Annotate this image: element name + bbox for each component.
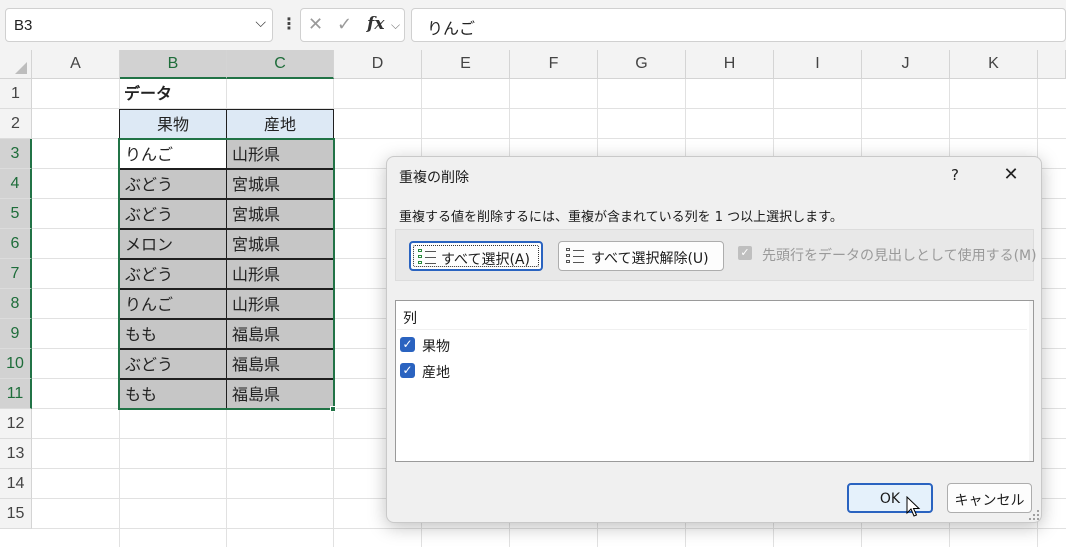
name-box[interactable]: B3 ⌵ [5, 8, 273, 42]
select-all-corner[interactable] [0, 50, 32, 79]
more-options-icon[interactable]: ⋮ [281, 14, 297, 33]
cell-b10[interactable]: ぶどう [119, 349, 227, 379]
column-header-b[interactable]: B [120, 50, 227, 79]
row-header-11[interactable]: 11 [0, 379, 32, 409]
cell-c9[interactable]: 福島県 [226, 319, 334, 349]
row-header-13[interactable]: 13 [0, 439, 32, 469]
cell-b8[interactable]: りんご [119, 289, 227, 319]
cell-c5[interactable]: 宮城県 [226, 199, 334, 229]
cell-b5[interactable]: ぶどう [119, 199, 227, 229]
dialog-title: 重複の削除 [399, 170, 469, 186]
cell-b7[interactable]: ぶどう [119, 259, 227, 289]
cell-c6[interactable]: 宮城県 [226, 229, 334, 259]
insert-function-icon[interactable]: fx [367, 14, 384, 34]
formula-content: りんご [427, 19, 476, 38]
formula-bar: B3 ⌵ ⋮ ✕ ✓ fx ⌵ りんご [0, 0, 1066, 50]
column-header-h[interactable]: H [686, 50, 774, 79]
cell-b1[interactable]: データ [119, 79, 227, 109]
unselect-all-label: すべて選択解除(U) [591, 251, 709, 267]
formula-buttons: ✕ ✓ fx ⌵ [300, 8, 405, 42]
cell-c4[interactable]: 宮城県 [226, 169, 334, 199]
row-header-2[interactable]: 2 [0, 109, 32, 139]
row-header-3[interactable]: 3 [0, 139, 32, 169]
row-header-1[interactable]: 1 [0, 79, 32, 109]
chevron-down-icon[interactable]: ⌵ [255, 15, 266, 31]
resize-grip-icon[interactable] [1029, 510, 1039, 520]
column-header-d[interactable]: D [334, 50, 422, 79]
row-header-5[interactable]: 5 [0, 199, 32, 229]
row-header-12[interactable]: 12 [0, 409, 32, 439]
cancel-button[interactable]: キャンセル [947, 483, 1032, 513]
row-header-7[interactable]: 7 [0, 259, 32, 289]
row-header-15[interactable]: 15 [0, 499, 32, 529]
column-header-j[interactable]: J [862, 50, 950, 79]
mouse-pointer-icon [906, 496, 921, 517]
cell-b3[interactable]: りんご [119, 139, 227, 169]
row-header-8[interactable]: 8 [0, 289, 32, 319]
gridline [32, 528, 1066, 529]
column-header-a[interactable]: A [32, 50, 120, 79]
cell-c10[interactable]: 福島県 [226, 349, 334, 379]
cell-c2[interactable]: 産地 [226, 109, 334, 139]
chevron-down-icon[interactable]: ⌵ [391, 18, 400, 33]
column-header-k[interactable]: K [950, 50, 1038, 79]
remove-duplicates-dialog: 重複の削除 ? ✕ 重複する値を削除するには、重複が含まれている列を 1 つ以上… [386, 156, 1042, 523]
row-header-4[interactable]: 4 [0, 169, 32, 199]
help-button[interactable]: ? [943, 163, 967, 187]
row-header-10[interactable]: 10 [0, 349, 32, 379]
scrollbar[interactable] [1029, 301, 1033, 461]
row-header-14[interactable]: 14 [0, 469, 32, 499]
checkmark-icon: ✓ [738, 246, 752, 260]
column-header-g[interactable]: G [598, 50, 686, 79]
cancel-icon[interactable]: ✕ [308, 14, 323, 35]
cell-b4[interactable]: ぶどう [119, 169, 227, 199]
cell-b2[interactable]: 果物 [119, 109, 227, 139]
formula-input[interactable]: りんご [411, 8, 1066, 42]
checkmark-icon: ✓ [400, 363, 415, 378]
divider [397, 329, 1027, 330]
checkmark-icon: ✓ [400, 337, 415, 352]
cell-b11[interactable]: もも [119, 379, 227, 409]
cell-c3[interactable]: 山形県 [226, 139, 334, 169]
cell-b6[interactable]: メロン [119, 229, 227, 259]
header-option-label: 先頭行をデータの見出しとして使用する(M) [762, 248, 1037, 264]
close-button[interactable]: ✕ [997, 163, 1025, 187]
column-header-f[interactable]: F [510, 50, 598, 79]
column-header-l[interactable] [1038, 50, 1066, 79]
column-header-c[interactable]: C [227, 50, 334, 79]
cell-c7[interactable]: 山形県 [226, 259, 334, 289]
columns-list-header: 列 [403, 311, 417, 327]
column-header-i[interactable]: I [774, 50, 862, 79]
enter-icon[interactable]: ✓ [337, 14, 352, 35]
column-label: 産地 [422, 365, 450, 381]
row-header-9[interactable]: 9 [0, 319, 32, 349]
row-header-6[interactable]: 6 [0, 229, 32, 259]
select-all-button[interactable]: すべて選択(A) [409, 241, 543, 271]
name-box-value: B3 [14, 17, 33, 34]
cell-c11[interactable]: 福島県 [226, 379, 334, 409]
select-all-icon [418, 249, 436, 265]
cell-b9[interactable]: もも [119, 319, 227, 349]
unselect-all-button[interactable]: すべて選択解除(U) [558, 241, 724, 271]
cell-c8[interactable]: 山形県 [226, 289, 334, 319]
cancel-label: キャンセル [954, 493, 1025, 509]
fill-handle[interactable] [330, 406, 336, 412]
select-all-label: すべて選択(A) [441, 252, 530, 268]
columns-list: 列 ✓ 果物 ✓ 産地 [395, 300, 1034, 462]
column-label: 果物 [422, 339, 450, 355]
column-header-e[interactable]: E [422, 50, 510, 79]
dialog-description: 重複する値を削除するには、重複が含まれている列を 1 つ以上選択します。 [399, 210, 843, 225]
unselect-all-icon [566, 248, 584, 264]
